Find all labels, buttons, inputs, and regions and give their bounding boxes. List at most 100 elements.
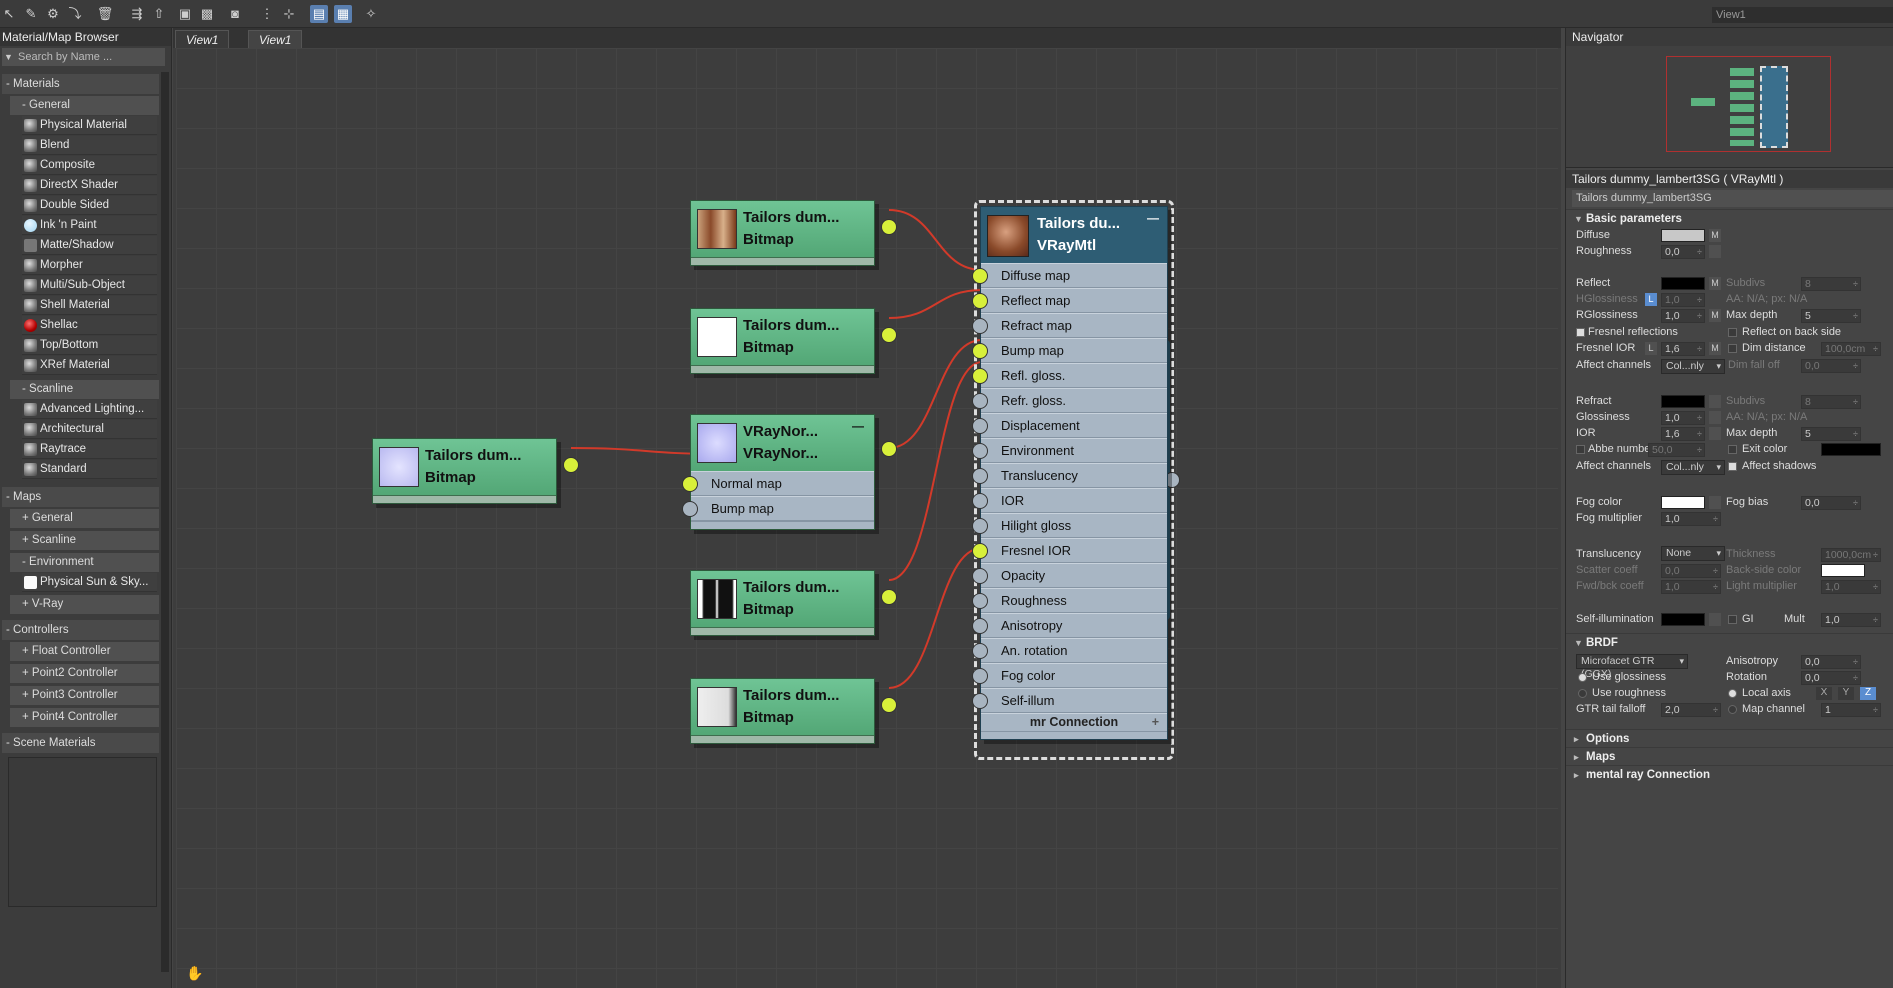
self-illum-color-swatch[interactable] xyxy=(1661,613,1705,626)
output-socket[interactable] xyxy=(881,697,897,713)
self-illum-mult-spinner[interactable]: 1,0 xyxy=(1821,613,1881,627)
slot-fresnel-ior[interactable]: Fresnel IOR xyxy=(972,538,1167,563)
material-item-physical-material[interactable]: Physical Material xyxy=(22,116,157,135)
axis-y-button[interactable]: Y xyxy=(1838,687,1854,700)
material-item-shellac[interactable]: Shellac xyxy=(22,316,157,335)
input-socket[interactable] xyxy=(972,418,988,434)
exit-color-checkbox[interactable] xyxy=(1728,445,1737,454)
hgloss-lock-button[interactable]: L xyxy=(1645,293,1657,306)
slot-refl-gloss[interactable]: Refl. gloss. xyxy=(972,363,1167,388)
slot-normal-map[interactable]: Normal map xyxy=(691,471,874,496)
material-item-standard[interactable]: Standard xyxy=(22,460,157,479)
slot-translucency[interactable]: Translucency xyxy=(972,463,1167,488)
move-children-icon[interactable]: ⇶ xyxy=(128,5,146,23)
material-item-double-sided[interactable]: Double Sided xyxy=(22,196,157,215)
ior-spinner[interactable]: 1,6 xyxy=(1661,427,1705,441)
material-item-top-bottom[interactable]: Top/Bottom xyxy=(22,336,157,355)
abbe-checkbox[interactable] xyxy=(1576,445,1585,454)
put-to-scene-icon[interactable]: ⚙ xyxy=(44,5,62,23)
mr-connection-bar[interactable]: mr Connection + xyxy=(981,713,1167,731)
scene-materials-list[interactable] xyxy=(8,757,157,907)
refract-subdivs-spinner[interactable]: 8 xyxy=(1801,395,1861,409)
slot-environment[interactable]: Environment xyxy=(972,438,1167,463)
controller-point4[interactable]: + Point4 Controller xyxy=(10,708,159,727)
reflect-maxdepth-spinner[interactable]: 5 xyxy=(1801,309,1861,323)
assign-material-icon[interactable]: ⤵ xyxy=(66,5,84,23)
input-socket[interactable] xyxy=(972,543,988,559)
slot-hilight-gloss[interactable]: Hilight gloss xyxy=(972,513,1167,538)
backside-color-swatch[interactable] xyxy=(1821,564,1865,577)
node-canvas[interactable]: Tailors dum... Bitmap Tailors dum... Bit… xyxy=(176,48,1558,988)
rgloss-spinner[interactable]: 1,0 xyxy=(1661,309,1705,323)
maps-vray[interactable]: + V-Ray xyxy=(10,595,159,614)
roughness-map-button[interactable] xyxy=(1709,245,1721,258)
material-item-composite[interactable]: Composite xyxy=(22,156,157,175)
anisotropy-spinner[interactable]: 0,0 xyxy=(1801,655,1861,669)
gtr-falloff-spinner[interactable]: 2,0 xyxy=(1661,703,1721,717)
gi-checkbox[interactable] xyxy=(1728,615,1737,624)
tab-view1-second[interactable]: View1 xyxy=(248,30,303,48)
select-by-material-icon[interactable]: ✧ xyxy=(362,5,380,23)
thickness-spinner[interactable]: 1000,0cm xyxy=(1821,548,1881,562)
slot-roughness[interactable]: Roughness xyxy=(972,588,1167,613)
browser-scrollbar[interactable] xyxy=(161,72,169,972)
input-socket[interactable] xyxy=(972,668,988,684)
abbe-spinner[interactable]: 50,0 xyxy=(1648,443,1705,457)
axis-x-button[interactable]: X xyxy=(1816,687,1832,700)
slot-anisotropy[interactable]: Anisotropy xyxy=(972,613,1167,638)
reflect-back-checkbox[interactable] xyxy=(1728,328,1737,337)
output-socket[interactable] xyxy=(881,441,897,457)
expand-icon[interactable]: + xyxy=(1152,714,1159,730)
node-bitmap-ior[interactable]: Tailors dum... Bitmap xyxy=(690,678,897,744)
tab-view1[interactable]: View1 xyxy=(175,30,230,48)
rollout-mental-ray[interactable]: ▸ mental ray Connection xyxy=(1566,765,1893,783)
fresnel-ior-map-button[interactable]: M xyxy=(1709,342,1721,355)
subgroup-general[interactable]: - General xyxy=(10,96,159,115)
reflect-color-swatch[interactable] xyxy=(1661,277,1705,290)
node-bitmap-gloss[interactable]: Tailors dum... Bitmap xyxy=(690,570,897,636)
input-socket[interactable] xyxy=(972,618,988,634)
material-item-multi-sub-object[interactable]: Multi/Sub-Object xyxy=(22,276,157,295)
slot-diffuse-map[interactable]: Diffuse map xyxy=(972,263,1167,288)
input-socket[interactable] xyxy=(972,643,988,659)
output-socket[interactable] xyxy=(881,327,897,343)
input-socket[interactable] xyxy=(972,293,988,309)
fog-color-map-button[interactable] xyxy=(1709,496,1721,509)
material-item-ink-n-paint[interactable]: Ink 'n Paint xyxy=(22,216,157,235)
material-item-matte-shadow[interactable]: Matte/Shadow xyxy=(22,236,157,255)
refract-color-swatch[interactable] xyxy=(1661,395,1705,408)
group-materials[interactable]: - Materials xyxy=(2,74,159,94)
node-bitmap-diffuse[interactable]: Tailors dum... Bitmap xyxy=(690,200,897,266)
output-socket[interactable] xyxy=(563,457,579,473)
material-name-field[interactable]: Tailors dummy_lambert3SG xyxy=(1572,190,1893,207)
input-socket-normal[interactable] xyxy=(682,476,698,492)
light-multiplier-spinner[interactable]: 1,0 xyxy=(1821,580,1881,594)
map-channel-radio[interactable] xyxy=(1728,705,1737,714)
scatter-spinner[interactable]: 0,0 xyxy=(1661,564,1721,578)
brdf-type-dropdown[interactable]: Microfacet GTR (GGX) xyxy=(1576,654,1688,680)
input-socket[interactable] xyxy=(972,568,988,584)
slot-ior[interactable]: IOR xyxy=(972,488,1167,513)
input-socket[interactable] xyxy=(972,693,988,709)
slot-displacement[interactable]: Displacement xyxy=(972,413,1167,438)
search-input[interactable]: ▼ Search by Name ... xyxy=(2,48,165,66)
input-socket[interactable] xyxy=(972,468,988,484)
group-scene-materials[interactable]: - Scene Materials xyxy=(2,733,159,753)
node-vraynormalmap[interactable]: VRayNor... VRayNor... — Normal map Bump … xyxy=(682,414,897,530)
node-vraymtl[interactable]: Tailors du... VRayMtl — Diffuse map Refle… xyxy=(972,206,1168,740)
ior-map-button[interactable] xyxy=(1709,427,1721,440)
fog-color-swatch[interactable] xyxy=(1661,496,1705,509)
input-socket[interactable] xyxy=(972,368,988,384)
group-controllers[interactable]: - Controllers xyxy=(2,620,159,640)
map-channel-spinner[interactable]: 1 xyxy=(1821,703,1881,717)
fresnel-ior-spinner[interactable]: 1,6 xyxy=(1661,342,1705,356)
material-item-advanced-lighting[interactable]: Advanced Lighting... xyxy=(22,400,157,419)
parameter-editor-toggle-icon[interactable]: ▦ xyxy=(334,5,352,23)
use-roughness-radio[interactable] xyxy=(1578,689,1587,698)
output-socket[interactable] xyxy=(881,589,897,605)
fog-multiplier-spinner[interactable]: 1,0 xyxy=(1661,512,1721,526)
diffuse-color-swatch[interactable] xyxy=(1661,229,1705,242)
self-illum-map-button[interactable] xyxy=(1709,613,1721,626)
hgloss-spinner[interactable]: 1,0 xyxy=(1661,293,1705,307)
roughness-spinner[interactable]: 0,0 xyxy=(1661,245,1705,259)
